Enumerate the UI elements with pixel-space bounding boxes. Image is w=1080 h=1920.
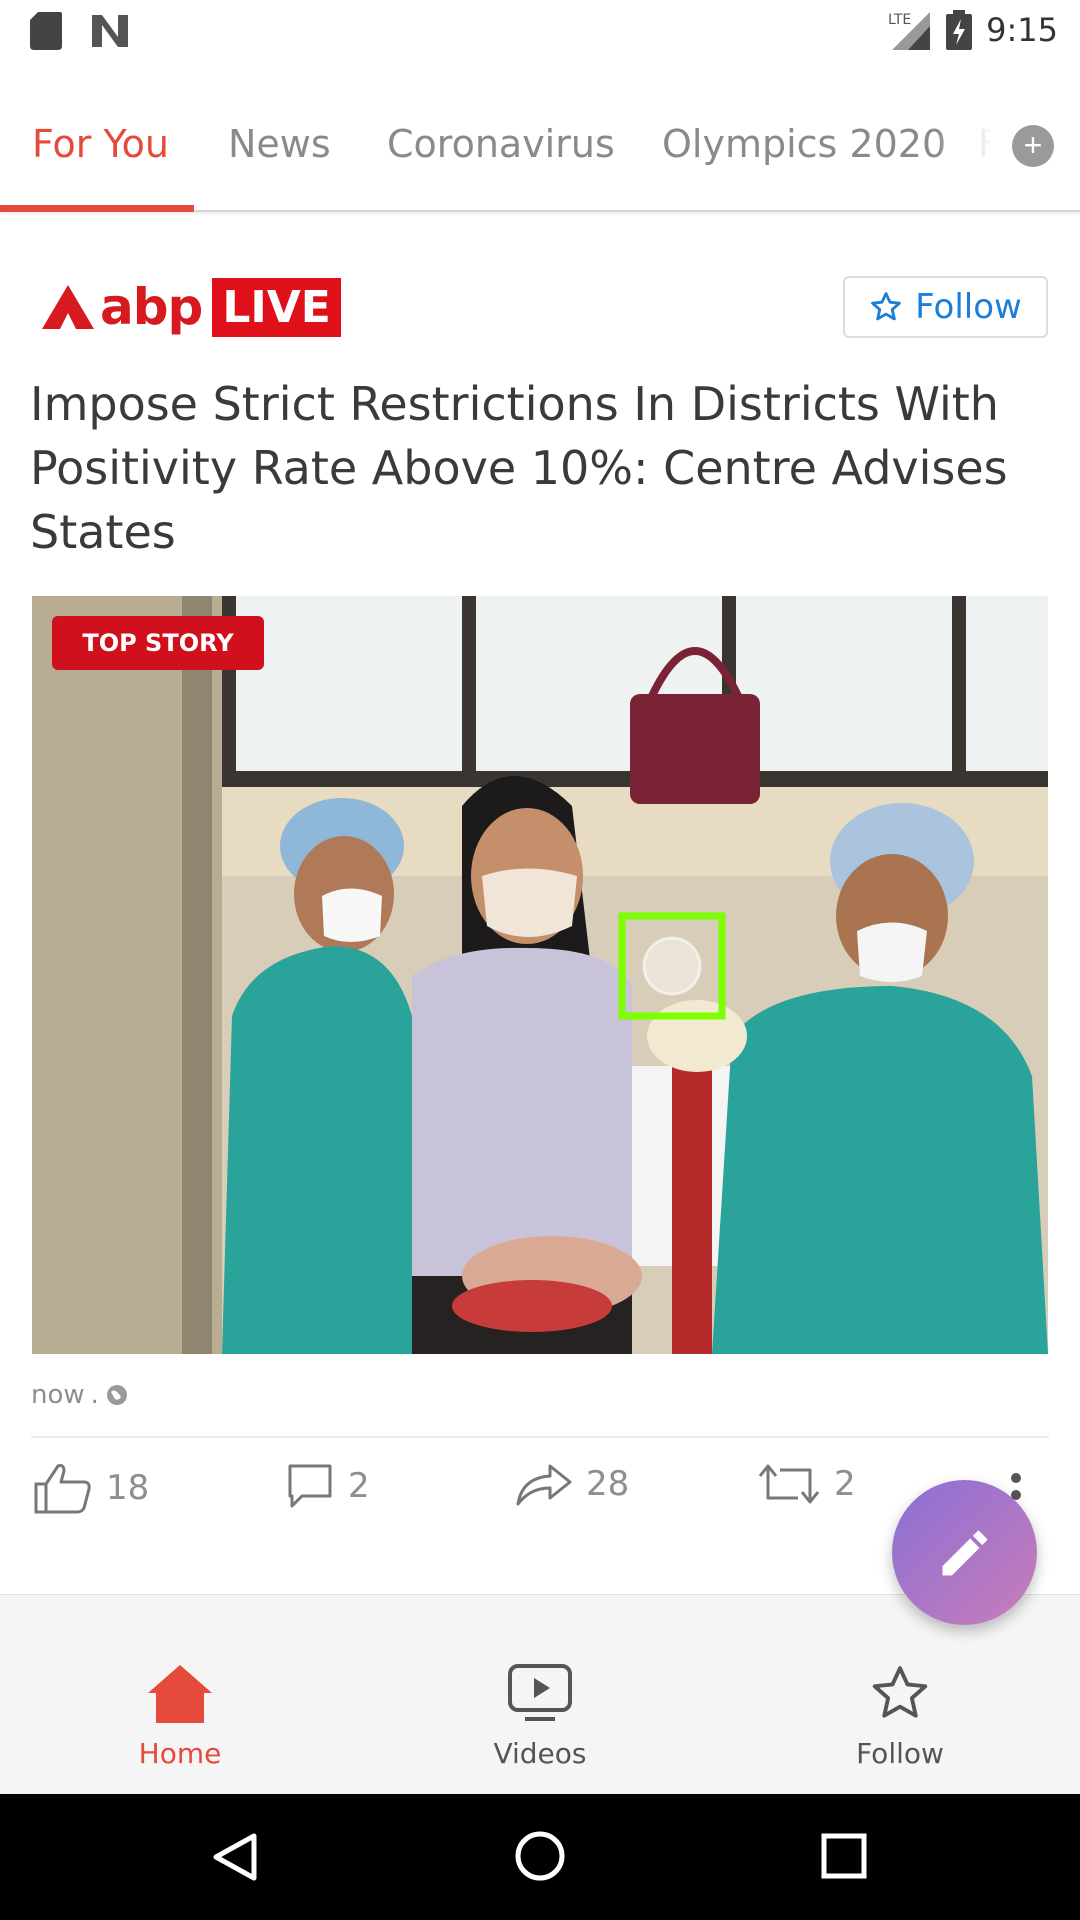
battery-charging-icon <box>946 10 973 50</box>
tab-olympics-2020[interactable]: Olympics 2020 <box>662 122 946 166</box>
comment-count: 2 <box>348 1466 370 1506</box>
home-circle-icon[interactable] <box>514 1830 566 1882</box>
nav-home[interactable]: Home <box>80 1595 280 1795</box>
nav-videos[interactable]: Videos <box>440 1595 640 1795</box>
star-icon <box>872 1666 928 1718</box>
logo-text: abp <box>100 278 203 336</box>
globe-icon <box>106 1385 127 1405</box>
active-tab-indicator <box>0 205 194 212</box>
logo-live-badge: LIVE <box>212 277 341 337</box>
star-outline-icon <box>871 292 902 321</box>
add-tab-button[interactable]: + <box>1012 125 1054 167</box>
meta-separator: . <box>90 1380 99 1410</box>
divider <box>31 1436 1049 1438</box>
home-icon <box>148 1665 212 1723</box>
comment-button[interactable]: 2 <box>286 1462 370 1510</box>
article-headline[interactable]: Impose Strict Restrictions In Districts … <box>30 372 1040 564</box>
repost-count: 2 <box>834 1464 856 1504</box>
repost-icon <box>758 1464 820 1504</box>
system-navigation-bar <box>0 1794 1080 1920</box>
nav-follow[interactable]: Follow <box>800 1595 1000 1795</box>
repost-button[interactable]: 2 <box>758 1462 856 1506</box>
share-arrow-icon <box>516 1464 572 1506</box>
category-tabs: For You News Coronavirus Olympics 2020 F… <box>0 100 1080 212</box>
video-icon <box>508 1664 572 1721</box>
thumbs-up-icon <box>34 1464 91 1514</box>
pencil-icon <box>942 1530 987 1575</box>
like-button[interactable]: 18 <box>34 1462 149 1514</box>
article-image[interactable]: TOP STORY <box>32 596 1048 1354</box>
like-count: 18 <box>106 1468 150 1508</box>
signal-icon: LTE <box>888 12 931 50</box>
comment-icon <box>288 1464 332 1508</box>
recents-icon[interactable] <box>820 1832 868 1880</box>
nav-follow-label: Follow <box>856 1737 944 1770</box>
svg-text:LTE: LTE <box>888 12 911 28</box>
tab-news[interactable]: News <box>228 122 331 166</box>
sd-card-icon <box>30 12 62 50</box>
publisher-logo[interactable]: abp LIVE <box>42 275 341 339</box>
top-story-badge: TOP STORY <box>52 616 264 670</box>
status-bar: LTE 9:15 <box>0 0 1080 62</box>
nav-videos-label: Videos <box>493 1737 587 1770</box>
follow-label: Follow <box>915 287 1022 327</box>
abp-triangle-logo-icon <box>42 285 94 329</box>
follow-publisher-button[interactable]: Follow <box>843 276 1048 338</box>
tab-for-you[interactable]: For You <box>32 122 169 166</box>
bottom-navigation: Home Videos Follow <box>0 1594 1080 1794</box>
n-logo-icon <box>92 15 128 47</box>
share-count: 28 <box>586 1464 630 1504</box>
nav-home-label: Home <box>138 1737 222 1770</box>
compose-fab-button[interactable] <box>892 1480 1037 1625</box>
article-meta: now . <box>31 1380 129 1410</box>
published-time: now <box>31 1380 85 1410</box>
vaccination-photo <box>32 596 1048 1354</box>
share-button[interactable]: 28 <box>516 1462 629 1506</box>
clock: 9:15 <box>986 11 1058 49</box>
back-icon[interactable] <box>212 1832 258 1882</box>
tab-coronavirus[interactable]: Coronavirus <box>387 122 615 166</box>
tab-fade <box>936 100 1016 208</box>
